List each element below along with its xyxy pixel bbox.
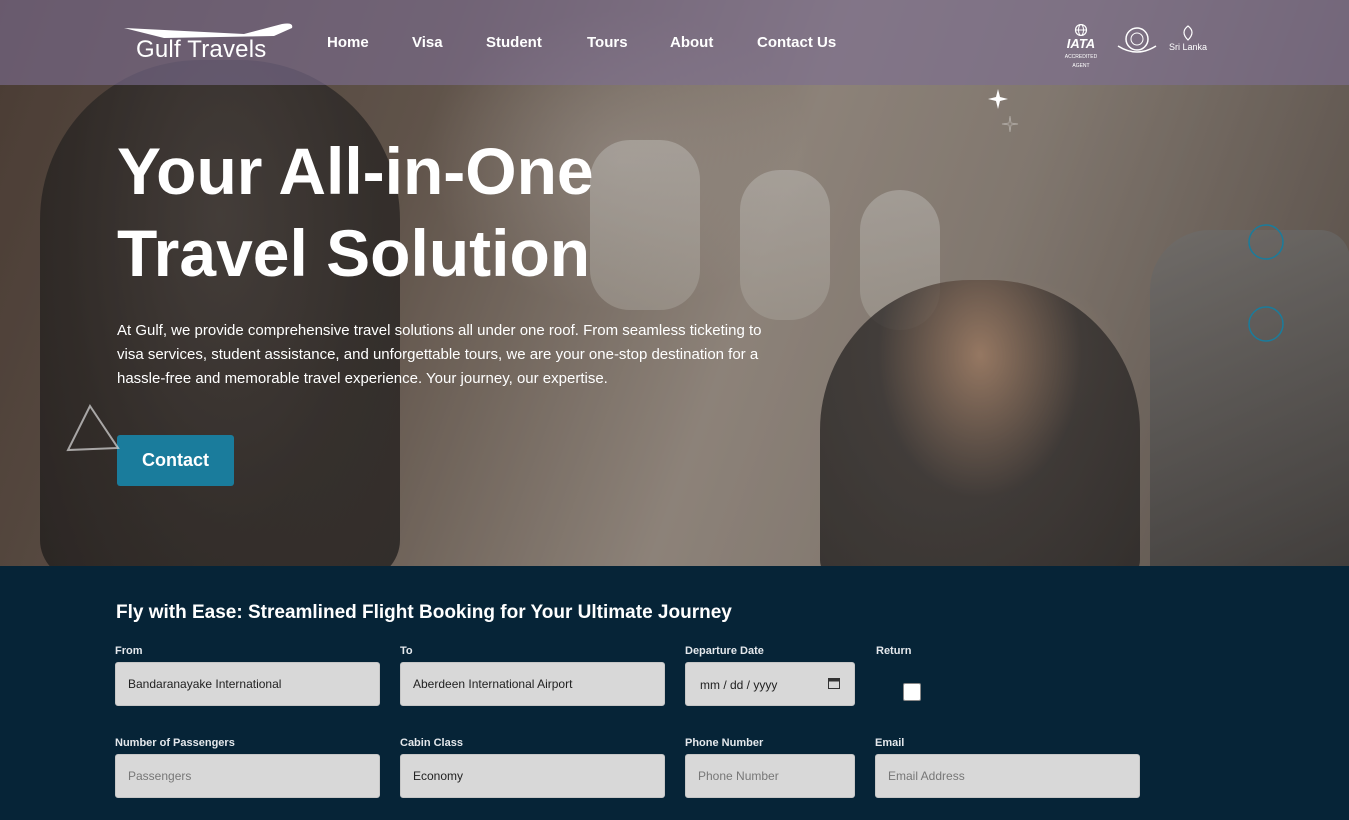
passengers-label: Number of Passengers [115, 737, 235, 749]
emblem-icon [1117, 27, 1157, 53]
date-placeholder: mm / dd / yyyy [700, 678, 778, 692]
cabin-class-label: Cabin Class [400, 737, 463, 749]
return-checkbox[interactable] [903, 683, 921, 701]
nav-student[interactable]: Student [486, 34, 542, 51]
site-header: Gulf Travels Home Visa Student Tours Abo… [0, 0, 1349, 85]
sri-lanka-badge: Sri Lanka [1166, 24, 1210, 52]
departure-date-input[interactable]: mm / dd / yyyy [685, 662, 855, 706]
to-input[interactable] [400, 662, 665, 706]
calendar-icon[interactable] [828, 677, 840, 689]
nav-about[interactable]: About [670, 34, 713, 51]
from-label: From [115, 645, 143, 657]
ring-shapes-icon [1248, 224, 1284, 342]
passenger-image [820, 280, 1140, 566]
globe-icon [1074, 24, 1088, 36]
departure-date-label: Departure Date [685, 645, 764, 657]
hero-heading-block: Your All-in-One Travel Solution [117, 130, 757, 294]
cabin-window [860, 190, 940, 330]
passengers-input[interactable] [115, 754, 380, 798]
from-input[interactable] [115, 662, 380, 706]
to-label: To [400, 645, 413, 657]
return-label: Return [876, 645, 912, 657]
sparkle-icon [988, 89, 1019, 133]
email-label: Email [875, 737, 905, 749]
booking-title: Fly with Ease: Streamlined Flight Bookin… [116, 602, 732, 623]
cabin-class-select[interactable] [400, 754, 665, 798]
sri-lanka-leaf-icon [1183, 25, 1193, 41]
hero-title: Your All-in-One Travel Solution [117, 134, 594, 290]
phone-input[interactable] [685, 754, 855, 798]
nav-home[interactable]: Home [327, 34, 369, 51]
nav-contact-us[interactable]: Contact Us [757, 34, 836, 51]
logo-text: Gulf Travels [136, 36, 267, 63]
email-input[interactable] [875, 754, 1140, 798]
phone-label: Phone Number [685, 737, 764, 749]
gulf-travels-logo[interactable]: Gulf Travels [124, 20, 294, 64]
nav-tours[interactable]: Tours [587, 34, 628, 51]
nav-visa[interactable]: Visa [412, 34, 443, 51]
triangle-shape-icon [66, 404, 120, 452]
emblem-badge [1112, 24, 1162, 60]
iata-badge: IATA ACCREDITED AGENT [1056, 24, 1106, 69]
accreditation-badges: IATA ACCREDITED AGENT Sri Lanka [1056, 24, 1210, 69]
hero-description: At Gulf, we provide comprehensive travel… [117, 322, 762, 387]
contact-button[interactable]: Contact [117, 435, 234, 486]
flight-booking-section: Fly with Ease: Streamlined Flight Bookin… [0, 566, 1349, 820]
